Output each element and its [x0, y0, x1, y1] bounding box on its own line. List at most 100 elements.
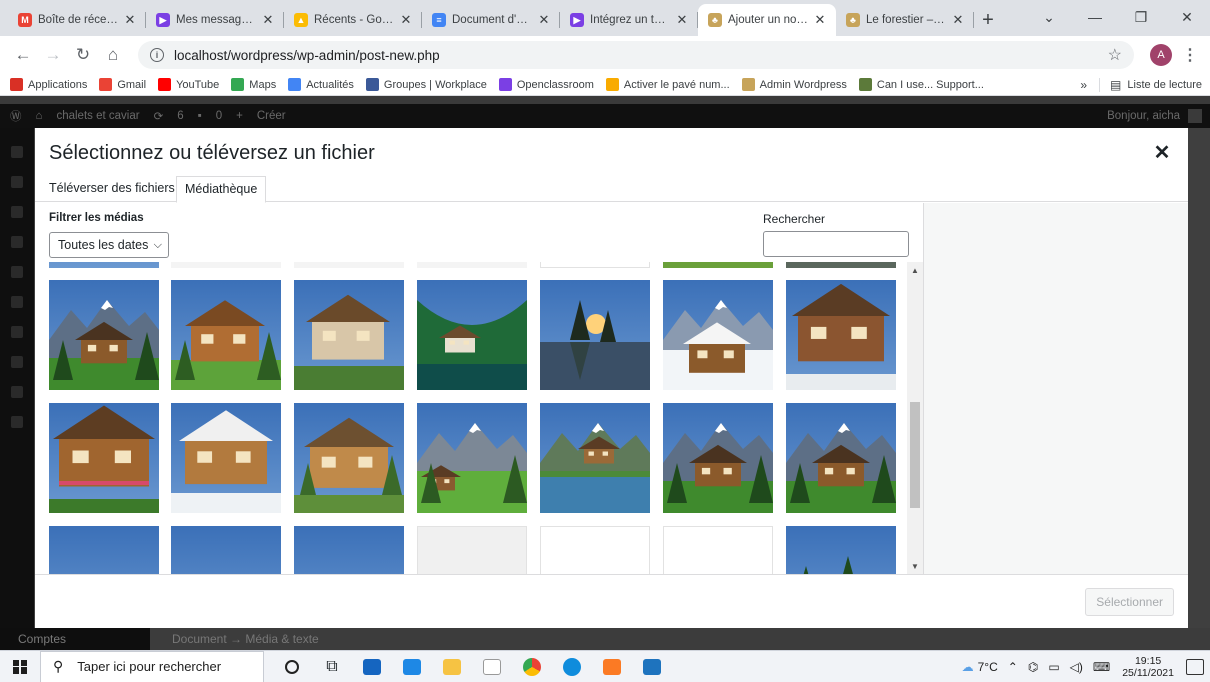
notepad-icon[interactable]: [472, 651, 512, 682]
restore-button[interactable]: ❐: [1118, 0, 1164, 34]
updates-count[interactable]: 6: [177, 110, 183, 122]
user-avatar[interactable]: [1188, 109, 1202, 123]
media-thumbnail[interactable]: [171, 280, 281, 390]
store-app-icon[interactable]: [392, 651, 432, 682]
close-window-button[interactable]: ✕: [1164, 0, 1210, 34]
address-bar[interactable]: i localhost/wordpress/wp-admin/post-new.…: [138, 41, 1134, 69]
temperature[interactable]: 7°C: [978, 660, 998, 674]
site-info-icon[interactable]: i: [150, 48, 164, 62]
reload-button[interactable]: ↻: [70, 42, 96, 68]
media-thumbnail[interactable]: [663, 403, 773, 513]
cortana-icon[interactable]: [272, 651, 312, 682]
media-thumbnail[interactable]: [417, 403, 527, 513]
site-name-link[interactable]: chalets et caviar: [56, 110, 139, 122]
bookmark-item[interactable]: Activer le pavé num...: [605, 78, 730, 91]
media-thumbnail[interactable]: [171, 403, 281, 513]
bookmark-item[interactable]: Actualités: [288, 78, 354, 91]
media-thumbnail[interactable]: [417, 280, 527, 390]
media-thumbnail[interactable]: [540, 403, 650, 513]
media-thumbnail[interactable]: [786, 403, 896, 513]
file-explorer-icon[interactable]: [432, 651, 472, 682]
battery-icon[interactable]: ▭: [1048, 660, 1059, 674]
search-input[interactable]: [763, 231, 909, 257]
media-thumbnail[interactable]: [786, 526, 896, 574]
browser-tab[interactable]: ♣ Le forestier – 4 à ✕: [836, 4, 974, 36]
close-tab-icon[interactable]: ✕: [812, 12, 828, 28]
greeting[interactable]: Bonjour, aicha: [1107, 110, 1180, 122]
comments-count[interactable]: 0: [216, 110, 222, 122]
bookmark-item[interactable]: Openclassroom: [498, 78, 594, 91]
media-thumbnail[interactable]: [417, 526, 527, 574]
edge-icon[interactable]: [552, 651, 592, 682]
menu-item-accounts[interactable]: Comptes: [0, 628, 150, 650]
bookmark-item[interactable]: YouTube: [158, 78, 219, 91]
close-tab-icon[interactable]: ✕: [122, 12, 138, 28]
media-thumbnail[interactable]: [49, 526, 159, 574]
scroll-down-icon[interactable]: ▼: [907, 558, 923, 574]
media-thumbnail[interactable]: [171, 262, 281, 268]
close-icon[interactable]: ✕: [1150, 140, 1174, 165]
browser-tab[interactable]: ▲ Récents - Google ✕: [284, 4, 422, 36]
media-scrollbar[interactable]: ▲ ▼: [907, 262, 923, 574]
bookmark-item[interactable]: Admin Wordpress: [741, 78, 847, 91]
home-button[interactable]: ⌂: [100, 42, 126, 68]
close-tab-icon[interactable]: ✕: [950, 12, 966, 28]
browser-tab[interactable]: ♣ Ajouter un nouve ✕: [698, 4, 836, 36]
select-button[interactable]: Sélectionner: [1085, 588, 1174, 616]
create-link[interactable]: Créer: [257, 110, 286, 122]
scroll-up-icon[interactable]: ▲: [907, 262, 923, 278]
media-thumbnail[interactable]: [540, 262, 650, 268]
close-tab-icon[interactable]: ✕: [260, 12, 276, 28]
profile-avatar[interactable]: A: [1150, 44, 1172, 66]
close-tab-icon[interactable]: ✕: [536, 12, 552, 28]
block-breadcrumb[interactable]: Document → Média & texte: [172, 632, 319, 646]
browser-menu-icon[interactable]: ⋮: [1180, 45, 1200, 65]
media-thumbnail[interactable]: [49, 280, 159, 390]
back-button[interactable]: ←: [10, 42, 36, 68]
browser-tab[interactable]: M Boîte de récepti ✕: [8, 4, 146, 36]
minimize-button[interactable]: —: [1072, 0, 1118, 34]
browser-tab[interactable]: ≡ Document d'utili ✕: [422, 4, 560, 36]
forward-button[interactable]: →: [40, 42, 66, 68]
media-thumbnail[interactable]: [49, 262, 159, 268]
close-tab-icon[interactable]: ✕: [398, 12, 414, 28]
bookmark-item[interactable]: Gmail: [99, 78, 146, 91]
wordpress-logo-icon[interactable]: Ⓦ: [10, 108, 22, 124]
bookmark-item[interactable]: Applications: [10, 78, 87, 91]
clock[interactable]: 19:15 25/11/2021: [1122, 655, 1174, 679]
media-thumbnail[interactable]: [294, 526, 404, 574]
media-thumbnail[interactable]: [294, 280, 404, 390]
photos-icon[interactable]: [632, 651, 672, 682]
bookmark-item[interactable]: Can I use... Support...: [858, 78, 984, 91]
bookmark-item[interactable]: Groupes | Workplace: [365, 78, 487, 91]
media-thumbnail[interactable]: [786, 280, 896, 390]
media-thumbnail[interactable]: [540, 280, 650, 390]
media-thumbnail[interactable]: [663, 526, 773, 574]
reading-list-link[interactable]: Liste de lecture: [1127, 79, 1202, 91]
browser-tab[interactable]: ▶ Intégrez un thèm ✕: [560, 4, 698, 36]
new-tab-button[interactable]: +: [974, 4, 1002, 36]
tab-search-icon[interactable]: ⌄: [1026, 0, 1072, 34]
taskbar-search[interactable]: ⚲ Taper ici pour rechercher: [40, 650, 264, 682]
language-icon[interactable]: ⌨: [1093, 660, 1110, 674]
tray-expand-icon[interactable]: ⌃: [1008, 660, 1018, 674]
media-thumbnail[interactable]: [294, 403, 404, 513]
media-thumbnail[interactable]: [417, 262, 527, 268]
media-thumbnail[interactable]: [540, 526, 650, 574]
close-tab-icon[interactable]: ✕: [674, 12, 690, 28]
task-view-icon[interactable]: ⧉: [312, 651, 352, 682]
tab-media-library[interactable]: Médiathèque: [176, 176, 267, 203]
weather-icon[interactable]: ☁: [962, 660, 974, 674]
bookmark-item[interactable]: Maps: [231, 78, 276, 91]
mail-app-icon[interactable]: [352, 651, 392, 682]
media-thumbnail[interactable]: [786, 262, 896, 268]
media-thumbnail[interactable]: [294, 262, 404, 268]
media-thumbnail[interactable]: [171, 526, 281, 574]
bookmark-star-icon[interactable]: ☆: [1108, 45, 1122, 65]
media-thumbnail[interactable]: [49, 403, 159, 513]
tab-upload-files[interactable]: Téléverser des fichiers: [41, 176, 183, 203]
start-button[interactable]: [0, 651, 40, 682]
more-bookmarks-icon[interactable]: »: [1080, 78, 1087, 92]
media-thumbnail[interactable]: [663, 262, 773, 268]
scrollbar-thumb[interactable]: [910, 402, 920, 508]
